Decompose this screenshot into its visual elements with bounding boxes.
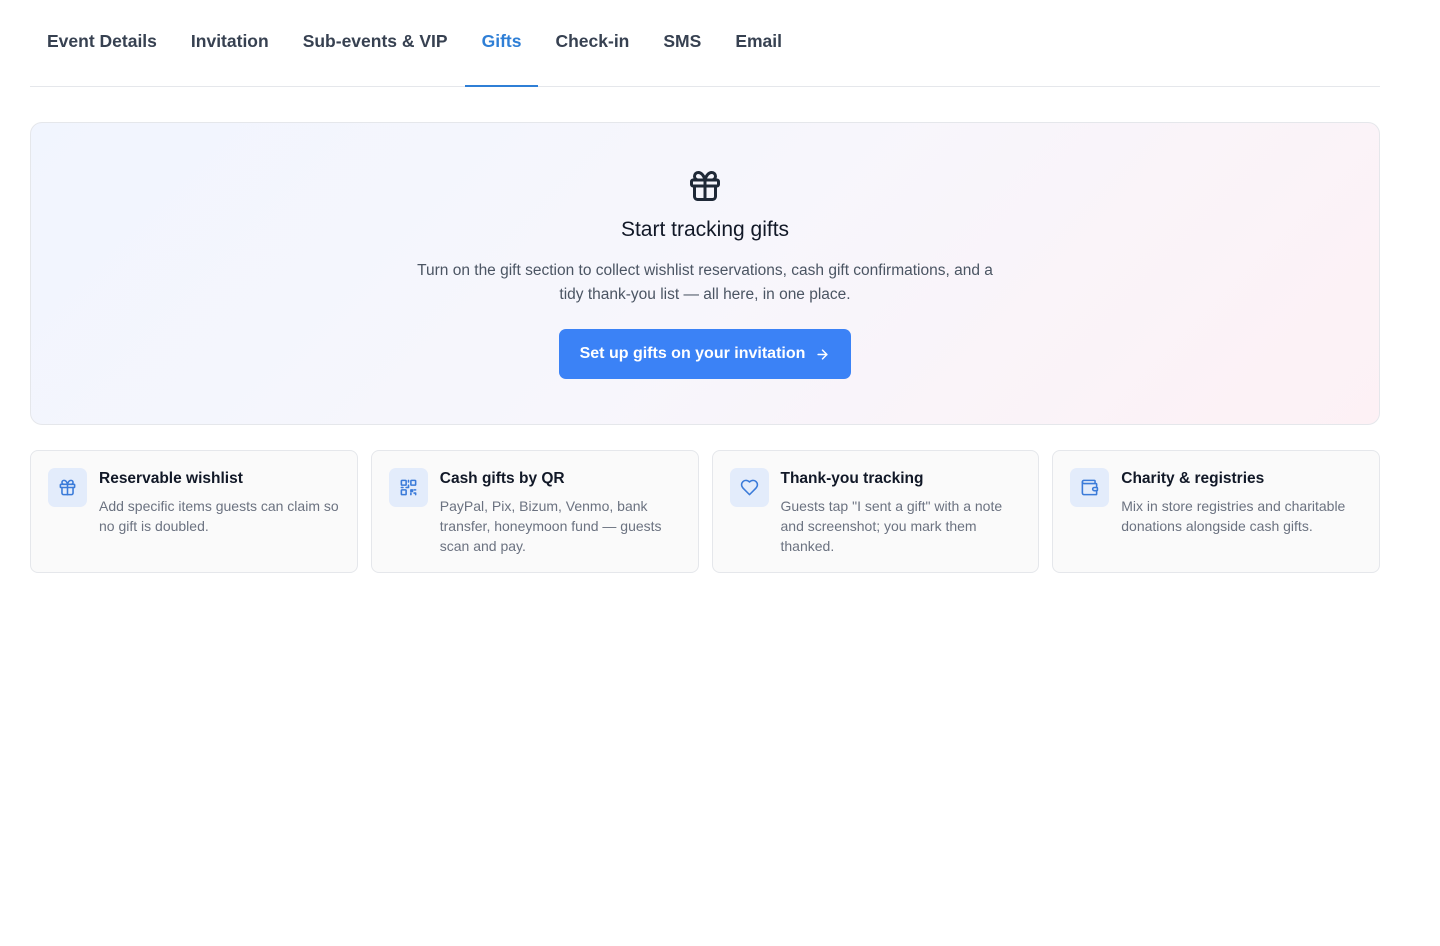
tab-event-details[interactable]: Event Details [30,0,174,86]
gifts-page: Event Details Invitation Sub-events & VI… [0,0,1440,946]
gift-icon [690,171,720,201]
feature-card-thank-you: Thank-you tracking Guests tap "I sent a … [711,450,1040,573]
feature-card-charity: Charity & registries Mix in store regist… [1052,450,1380,573]
feature-title: Charity & registries [1121,470,1265,487]
feature-description: Add specific items guests can claim so n… [99,498,339,534]
setup-gifts-button-label: Set up gifts on your invitation [579,345,806,362]
setup-gifts-button[interactable]: Set up gifts on your invitation [558,329,852,379]
feature-card-wishlist: Reservable wishlist Add specific items g… [30,450,358,573]
heart-icon [740,479,758,496]
feature-description: PayPal, Pix, Bizum, Venmo, bank transfer… [439,498,662,554]
feature-icon-box [729,468,769,507]
feature-description: Mix in store registries and charitable d… [1121,498,1346,534]
hero-description: Turn on the gift section to collect wish… [417,262,993,303]
gift-icon [59,479,76,496]
tab-bar: Event Details Invitation Sub-events & VI… [30,0,1380,87]
feature-title: Reservable wishlist [99,470,243,487]
arrow-right-icon [817,348,829,360]
feature-icon-box [48,468,87,507]
tab-check-in[interactable]: Check-in [538,0,646,86]
qr-code-icon [400,479,417,496]
feature-card-cash-qr: Cash gifts by QR PayPal, Pix, Bizum, Ven… [370,450,699,573]
feature-title: Cash gifts by QR [439,470,565,487]
gifts-empty-state: Start tracking gifts Turn on the gift se… [30,122,1380,425]
tab-email[interactable]: Email [718,0,799,86]
tab-sms[interactable]: SMS [646,0,718,86]
tab-sub-events-vip[interactable]: Sub-events & VIP [286,0,465,86]
tab-invitation[interactable]: Invitation [174,0,286,86]
wallet-icon [1081,479,1099,496]
feature-description: Guests tap "I sent a gift" with a note a… [780,498,1003,554]
feature-cards: Reservable wishlist Add specific items g… [30,450,1380,573]
hero-title: Start tracking gifts [620,218,790,241]
feature-icon-box [1070,468,1110,507]
feature-title: Thank-you tracking [780,470,924,487]
tab-gifts[interactable]: Gifts [464,0,539,87]
feature-icon-box [388,468,428,507]
